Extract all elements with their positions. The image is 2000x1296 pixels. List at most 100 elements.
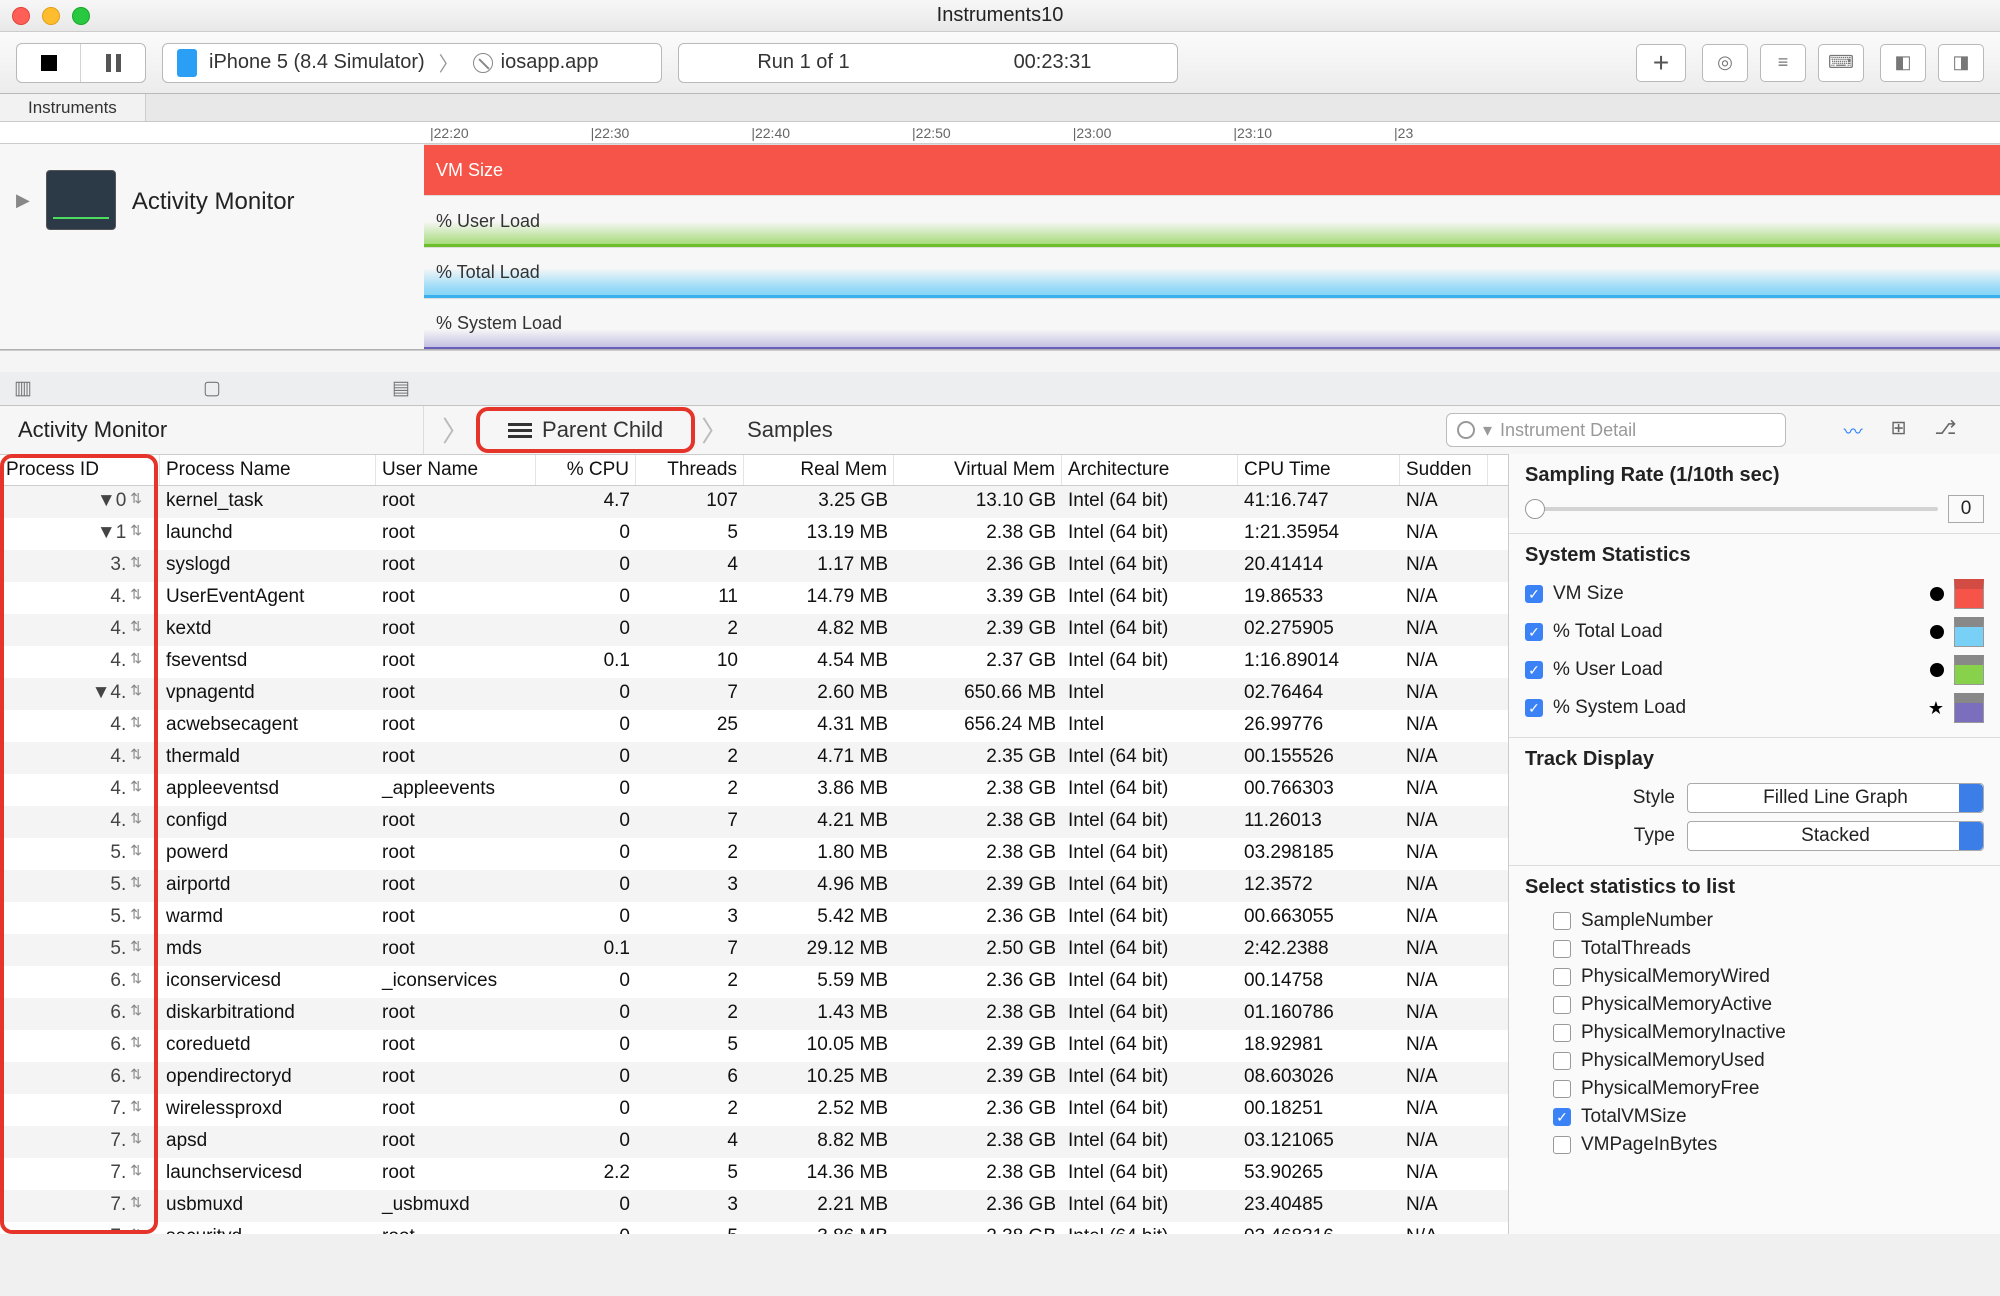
fullscreen-window-button[interactable] <box>72 7 90 25</box>
checkbox[interactable] <box>1553 1024 1571 1042</box>
style-label: Style <box>1525 787 1675 809</box>
table-row[interactable]: 4.⇅ acwebsecagent root 0 25 4.31 MB 656.… <box>0 710 1508 742</box>
timeline-ruler[interactable]: |22:20 |22:30 |22:40 |22:50 |23:00 |23:1… <box>0 122 2000 144</box>
hdr-real-mem[interactable]: Real Mem <box>744 455 894 485</box>
checkbox[interactable]: ✓ <box>1553 1108 1571 1126</box>
table-row[interactable]: ▼4.⇅ vpnagentd root 0 7 2.60 MB 650.66 M… <box>0 678 1508 710</box>
pause-button[interactable] <box>81 44 145 82</box>
type-select[interactable]: Stacked <box>1687 821 1984 851</box>
table-row[interactable]: 6.⇅ coreduetd root 0 5 10.05 MB 2.39 GB … <box>0 1030 1508 1062</box>
table-row[interactable]: 7.⇅ usbmuxd _usbmuxd 0 3 2.21 MB 2.36 GB… <box>0 1190 1508 1222</box>
close-window-button[interactable] <box>12 7 30 25</box>
list-item[interactable]: PhysicalMemoryWired <box>1525 963 1984 991</box>
table-row[interactable]: 3.⇅ syslogd root 0 4 1.17 MB 2.36 GB Int… <box>0 550 1508 582</box>
checkbox[interactable]: ✓ <box>1525 699 1543 717</box>
table-row[interactable]: 6.⇅ iconservicesd _iconservices 0 2 5.59… <box>0 966 1508 998</box>
hdr-process-id[interactable]: Process ID <box>0 455 160 485</box>
table-row[interactable]: ▼1⇅ launchd root 0 5 13.19 MB 2.38 GB In… <box>0 518 1508 550</box>
bc-samples[interactable]: Samples <box>735 417 845 443</box>
graph-icon[interactable]: ▥ <box>14 377 32 400</box>
table-body: ▼0⇅ kernel_task root 4.7 107 3.25 GB 13.… <box>0 486 1508 1234</box>
table-row[interactable]: 7.⇅ wirelessproxd root 0 2 2.52 MB 2.36 … <box>0 1094 1508 1126</box>
checkbox[interactable]: ✓ <box>1525 623 1543 641</box>
checkbox[interactable]: ✓ <box>1525 661 1543 679</box>
instrument-detail-search[interactable]: ▾ Instrument Detail <box>1446 413 1786 447</box>
hdr-cpu-time[interactable]: CPU Time <box>1238 455 1400 485</box>
table-row[interactable]: 6.⇅ opendirectoryd root 0 6 10.25 MB 2.3… <box>0 1062 1508 1094</box>
table-row[interactable]: 5.⇅ mds root 0.1 7 29.12 MB 2.50 GB Inte… <box>0 934 1508 966</box>
list-item[interactable]: ✓ TotalVMSize <box>1525 1103 1984 1131</box>
hdr-virtual-mem[interactable]: Virtual Mem <box>894 455 1062 485</box>
list-item[interactable]: PhysicalMemoryFree <box>1525 1075 1984 1103</box>
lane-vm-size: VM Size <box>424 144 2000 195</box>
list-item[interactable]: PhysicalMemoryUsed <box>1525 1047 1984 1075</box>
stat-row[interactable]: ✓ VM Size <box>1525 575 1984 613</box>
record-controls <box>16 43 146 83</box>
checkbox[interactable] <box>1553 912 1571 930</box>
bc-parent-child[interactable]: Parent Child <box>476 407 695 453</box>
list-view-button[interactable]: ≡ <box>1760 44 1806 82</box>
table-row[interactable]: 6.⇅ diskarbitrationd root 0 2 1.43 MB 2.… <box>0 998 1508 1030</box>
table-row[interactable]: 7.⇅ securityd root 0 5 3.86 MB 2.38 GB I… <box>0 1222 1508 1234</box>
minimize-window-button[interactable] <box>42 7 60 25</box>
keyboard-button[interactable]: ⌨ <box>1818 44 1864 82</box>
hdr-threads[interactable]: Threads <box>636 455 744 485</box>
hdr-user-name[interactable]: User Name <box>376 455 536 485</box>
library-icon[interactable]: ▢ <box>203 377 221 400</box>
settings-bars-icon[interactable]: ⊞ <box>1891 417 1907 444</box>
style-select[interactable]: Filled Line Graph <box>1687 783 1984 813</box>
hdr-process-name[interactable]: Process Name <box>160 455 376 485</box>
table-row[interactable]: 4.⇅ fseventsd root 0.1 10 4.54 MB 2.37 G… <box>0 646 1508 678</box>
list-item[interactable]: PhysicalMemoryInactive <box>1525 1019 1984 1047</box>
checkbox[interactable]: ✓ <box>1525 585 1543 603</box>
table-row[interactable]: 5.⇅ airportd root 0 3 4.96 MB 2.39 GB In… <box>0 870 1508 902</box>
table-row[interactable]: 7.⇅ launchservicesd root 2.2 5 14.36 MB … <box>0 1158 1508 1190</box>
track-title[interactable]: Activity Monitor <box>132 160 295 216</box>
table-row[interactable]: 7.⇅ apsd root 0 4 8.82 MB 2.38 GB Intel … <box>0 1126 1508 1158</box>
hdr-sudden[interactable]: Sudden <box>1400 455 1488 485</box>
table-row[interactable]: 5.⇅ warmd root 0 3 5.42 MB 2.36 GB Intel… <box>0 902 1508 934</box>
table-row[interactable]: 4.⇅ thermald root 0 2 4.71 MB 2.35 GB In… <box>0 742 1508 774</box>
run-status-display: Run 1 of 1 00:23:31 <box>678 43 1178 83</box>
table-row[interactable]: ▼0⇅ kernel_task root 4.7 107 3.25 GB 13.… <box>0 486 1508 518</box>
stat-row[interactable]: ✓ % User Load <box>1525 651 1984 689</box>
checkbox[interactable] <box>1553 1052 1571 1070</box>
sampling-rate-slider[interactable] <box>1525 507 1938 511</box>
list-item[interactable]: SampleNumber <box>1525 907 1984 935</box>
track-disclosure[interactable]: ▶ <box>16 160 30 211</box>
table-row[interactable]: 5.⇅ powerd root 0 2 1.80 MB 2.38 GB Inte… <box>0 838 1508 870</box>
target-icon <box>1457 421 1475 439</box>
left-panel-button[interactable]: ◧ <box>1880 44 1926 82</box>
hierarchy-icon[interactable]: ⎇ <box>1935 417 1957 444</box>
tab-instruments[interactable]: Instruments <box>0 94 146 121</box>
right-panel-button[interactable]: ◨ <box>1938 44 1984 82</box>
list-item[interactable]: VMPageInBytes <box>1525 1131 1984 1159</box>
stop-button[interactable] <box>17 44 81 82</box>
waveform-icon[interactable]: 〰 <box>1844 417 1863 444</box>
table-row[interactable]: 4.⇅ kextd root 0 2 4.82 MB 2.39 GB Intel… <box>0 614 1508 646</box>
checkbox[interactable] <box>1553 940 1571 958</box>
hdr-cpu[interactable]: % CPU <box>536 455 636 485</box>
target-selector[interactable]: iPhone 5 (8.4 Simulator) 〉 iosapp.app <box>162 43 662 83</box>
checkbox[interactable] <box>1553 968 1571 986</box>
table-row[interactable]: 4.⇅ appleeventsd _appleevents 0 2 3.86 M… <box>0 774 1508 806</box>
checkbox[interactable] <box>1553 1136 1571 1154</box>
pause-icon <box>106 54 121 72</box>
stat-row[interactable]: ✓ % System Load ★ <box>1525 689 1984 727</box>
table-row[interactable]: 4.⇅ UserEventAgent root 0 11 14.79 MB 3.… <box>0 582 1508 614</box>
track-display-title: Track Display <box>1525 748 1984 771</box>
minimap[interactable] <box>0 350 2000 372</box>
hdr-architecture[interactable]: Architecture <box>1062 455 1238 485</box>
strategy-button[interactable]: ◎ <box>1702 44 1748 82</box>
sampling-rate-value[interactable]: 0 <box>1948 495 1984 523</box>
stat-row[interactable]: ✓ % Total Load <box>1525 613 1984 651</box>
table-row[interactable]: 4.⇅ configd root 0 7 4.21 MB 2.38 GB Int… <box>0 806 1508 838</box>
checkbox[interactable] <box>1553 1080 1571 1098</box>
filter-icon[interactable]: ▤ <box>392 377 410 400</box>
track-lanes[interactable]: VM Size % User Load % Total Load % Syste… <box>424 144 2000 349</box>
add-instrument-button[interactable]: + <box>1636 44 1686 82</box>
checkbox[interactable] <box>1553 996 1571 1014</box>
list-item[interactable]: PhysicalMemoryActive <box>1525 991 1984 1019</box>
list-item[interactable]: TotalThreads <box>1525 935 1984 963</box>
run-count: Run 1 of 1 <box>679 51 928 74</box>
